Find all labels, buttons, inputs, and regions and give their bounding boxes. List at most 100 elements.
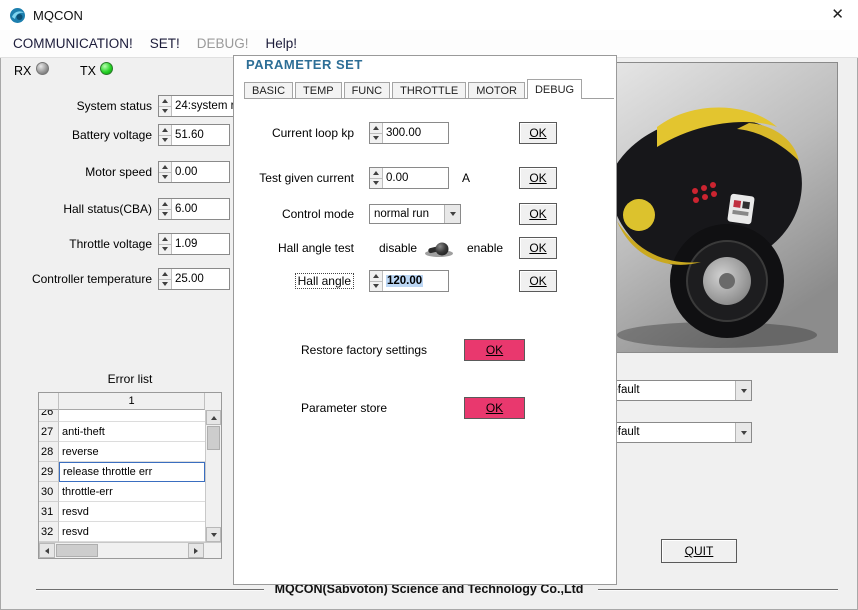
hall-angle-input[interactable]: 120.00 <box>383 271 448 291</box>
row-text[interactable]: resvd <box>59 502 205 522</box>
menu-communication[interactable]: COMMUNICATION! <box>9 34 137 53</box>
scrollbar-thumb[interactable] <box>56 544 98 557</box>
motorcycle-photo <box>598 62 838 353</box>
selected-value: 120.00 <box>386 275 424 287</box>
right-combo-2[interactable]: default <box>600 422 752 443</box>
motor-speed-input[interactable] <box>172 162 229 182</box>
controller-temperature-input[interactable] <box>172 269 229 289</box>
row-text[interactable]: resvd <box>59 522 205 542</box>
spinner-arrows-icon[interactable] <box>370 168 383 188</box>
spinner-arrows-icon[interactable] <box>159 234 172 254</box>
combo-value: default <box>605 426 640 438</box>
row-number: 28 <box>39 442 59 462</box>
table-row[interactable]: 32 resvd <box>39 522 205 542</box>
scroll-up-icon[interactable] <box>206 410 221 425</box>
scroll-down-icon[interactable] <box>206 527 221 542</box>
row-number: 26 <box>39 410 59 422</box>
current-loop-kp-ok-button[interactable]: OK <box>519 122 557 144</box>
close-icon[interactable]: ✕ <box>831 6 844 24</box>
table-row[interactable]: 30 throttle-err <box>39 482 205 502</box>
hall-angle-field[interactable]: 120.00 <box>369 270 449 292</box>
scrollbar-thumb[interactable] <box>207 426 220 450</box>
row-number: 27 <box>39 422 59 442</box>
row-text[interactable]: anti-theft <box>59 422 205 442</box>
row-text[interactable]: reverse <box>59 442 205 462</box>
throttle-voltage-field <box>158 233 230 255</box>
hall-status-input[interactable] <box>172 199 229 219</box>
throttle-voltage-label: Throttle voltage <box>69 237 152 251</box>
quit-label: QUIT <box>684 544 714 558</box>
table-row[interactable]: 31 resvd <box>39 502 205 522</box>
test-given-current-input[interactable] <box>383 168 448 188</box>
system-status-label: System status <box>76 99 152 113</box>
grid-column-header[interactable]: 1 <box>59 393 205 410</box>
motor-speed-label: Motor speed <box>85 165 152 179</box>
ok-label: OK <box>529 126 547 140</box>
ok-label: OK <box>529 274 547 288</box>
error-list-title: Error list <box>107 372 153 386</box>
restore-factory-label: Restore factory settings <box>301 343 428 357</box>
table-row[interactable]: 26 <box>39 410 205 422</box>
chevron-down-icon[interactable] <box>444 205 460 223</box>
right-combo-1[interactable]: default <box>600 380 752 401</box>
spinner-arrows-icon[interactable] <box>159 162 172 182</box>
hall-angle-ok-button[interactable]: OK <box>519 270 557 292</box>
menu-help[interactable]: Help! <box>262 34 302 53</box>
table-row[interactable]: 28 reverse <box>39 442 205 462</box>
hall-status-field <box>158 198 230 220</box>
test-given-current-field <box>369 167 449 189</box>
controller-temperature-field <box>158 268 230 290</box>
footer-divider-right <box>598 589 838 591</box>
quit-button[interactable]: QUIT <box>661 539 737 563</box>
hall-angle-test-ok-button[interactable]: OK <box>519 237 557 259</box>
battery-voltage-label: Battery voltage <box>71 128 152 142</box>
spinner-arrows-icon[interactable] <box>159 199 172 219</box>
tab-basic[interactable]: BASIC <box>244 82 294 98</box>
table-row-selected[interactable]: 29 release throttle err <box>39 462 205 482</box>
spinner-arrows-icon[interactable] <box>370 123 383 143</box>
hall-angle-label: Hall angle <box>234 270 354 292</box>
battery-voltage-field <box>158 124 230 146</box>
control-mode-label: Control mode <box>281 207 354 221</box>
tab-func[interactable]: FUNC <box>343 82 391 98</box>
controller-temperature-label: Controller temperature <box>31 272 152 286</box>
chevron-down-icon[interactable] <box>735 381 751 400</box>
row-text[interactable] <box>59 410 205 422</box>
row-number: 31 <box>39 502 59 522</box>
error-list-grid: 1 26 27 anti-theft 28 reverse 29 release… <box>38 392 222 559</box>
chevron-down-icon[interactable] <box>735 423 751 442</box>
spinner-arrows-icon[interactable] <box>159 96 172 116</box>
battery-voltage-input[interactable] <box>172 125 229 145</box>
throttle-voltage-input[interactable] <box>172 234 229 254</box>
restore-factory-ok-button[interactable]: OK <box>464 339 525 361</box>
spinner-arrows-icon[interactable] <box>370 271 383 291</box>
app-window: MQCON ✕ COMMUNICATION! SET! DEBUG! Help!… <box>0 0 858 610</box>
table-row[interactable]: 27 anti-theft <box>39 422 205 442</box>
row-text[interactable]: throttle-err <box>59 482 205 502</box>
scroll-left-icon[interactable] <box>39 543 55 558</box>
control-mode-ok-button[interactable]: OK <box>519 203 557 225</box>
hall-angle-test-toggle-switch[interactable] <box>422 240 456 258</box>
scrollbar-corner <box>204 543 221 558</box>
spinner-arrows-icon[interactable] <box>159 269 172 289</box>
tab-debug[interactable]: DEBUG <box>526 79 583 99</box>
control-mode-combo[interactable]: normal run <box>369 204 461 224</box>
hall-angle-test-label: Hall angle test <box>277 241 354 255</box>
horizontal-scrollbar[interactable] <box>39 543 205 558</box>
grid-corner[interactable] <box>39 393 59 410</box>
tab-motor[interactable]: MOTOR <box>468 82 525 98</box>
row-text-editing[interactable]: release throttle err <box>59 462 205 482</box>
menu-debug: DEBUG! <box>196 36 249 51</box>
tab-temp[interactable]: TEMP <box>295 82 342 98</box>
parameter-store-ok-button[interactable]: OK <box>464 397 525 419</box>
scroll-right-icon[interactable] <box>188 543 205 558</box>
current-loop-kp-field <box>369 122 449 144</box>
current-loop-kp-label: Current loop kp <box>271 126 354 140</box>
app-logo-icon <box>9 7 26 24</box>
current-loop-kp-input[interactable] <box>383 123 448 143</box>
menu-set[interactable]: SET! <box>146 34 184 53</box>
spinner-arrows-icon[interactable] <box>159 125 172 145</box>
tab-throttle[interactable]: THROTTLE <box>392 82 467 98</box>
test-given-current-ok-button[interactable]: OK <box>519 167 557 189</box>
vertical-scrollbar[interactable] <box>205 410 221 542</box>
